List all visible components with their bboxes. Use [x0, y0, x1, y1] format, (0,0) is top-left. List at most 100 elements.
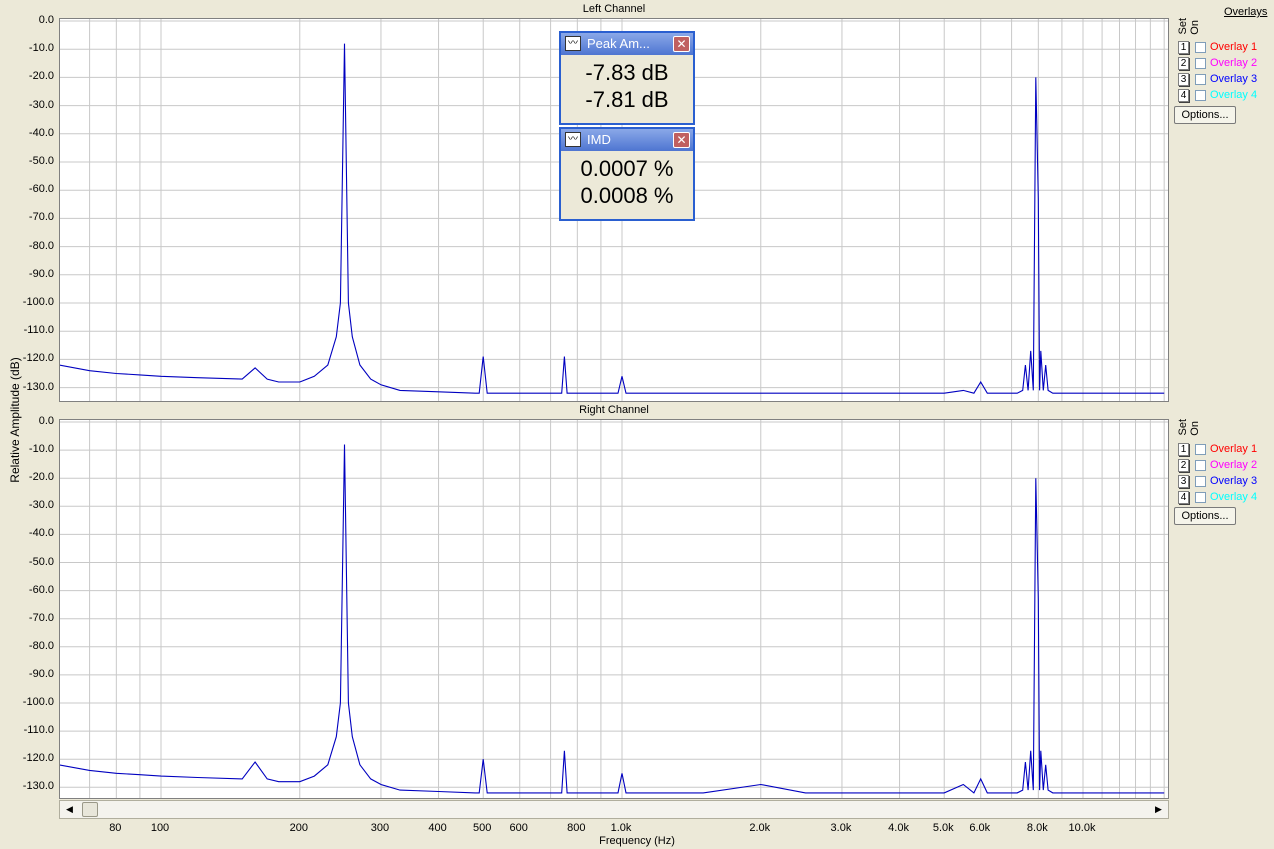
- x-tick-label: 6.0k: [969, 822, 991, 834]
- overlay-set-button[interactable]: 1: [1178, 443, 1189, 456]
- y-tick-label: -40.0: [28, 527, 54, 540]
- right-channel-title: Right Channel: [579, 404, 649, 416]
- imd-meter-titlebar[interactable]: 〰 IMD ✕: [561, 129, 693, 151]
- options-button[interactable]: Options...: [1174, 507, 1236, 525]
- imd-meter-title: IMD: [587, 132, 611, 147]
- options-button[interactable]: Options...: [1174, 106, 1236, 124]
- peak-value-left: -7.83 dB: [585, 60, 669, 85]
- x-tick-label: 2.0k: [749, 822, 771, 834]
- overlays-panel-right: Set On 1 Overlay 1 2 Overlay 2 3 Overlay…: [1174, 405, 1274, 535]
- y-tick-label: -100.0: [22, 296, 54, 308]
- x-tick-label: 3.0k: [830, 822, 852, 834]
- overlay-label: Overlay 4: [1210, 89, 1258, 101]
- overlay-row: 3 Overlay 3: [1174, 73, 1274, 87]
- y-tick-label: -110.0: [23, 724, 54, 737]
- scroll-left-button[interactable]: ◀: [62, 802, 77, 817]
- overlays-panel-left: Set On Overlays 1 Overlay 1 2 Overlay 2 …: [1174, 4, 1274, 134]
- y-axis-label: Relative Amplitude (dB): [8, 357, 22, 483]
- y-tick-label: -130.0: [22, 780, 54, 793]
- overlay-on-checkbox[interactable]: [1195, 476, 1206, 487]
- overlay-on-checkbox[interactable]: [1195, 90, 1206, 101]
- y-tick-label: -110.0: [23, 324, 54, 337]
- x-tick-label: 200: [289, 822, 308, 834]
- overlay-label: Overlay 2: [1210, 57, 1258, 69]
- peak-amplitude-meter[interactable]: 〰 Peak Am... ✕ -7.83 dB -7.81 dB: [559, 31, 695, 125]
- x-tick-label: 1.0k: [610, 822, 632, 834]
- overlay-on-checkbox[interactable]: [1195, 492, 1206, 503]
- x-tick-label: 80: [109, 822, 122, 834]
- close-icon[interactable]: ✕: [673, 36, 690, 52]
- overlay-row: 4 Overlay 4: [1174, 89, 1274, 103]
- overlay-label: Overlay 4: [1210, 491, 1258, 503]
- x-tick-label: 400: [428, 822, 447, 834]
- on-column-label: On: [1189, 20, 1201, 35]
- overlay-row: 3 Overlay 3: [1174, 475, 1274, 489]
- overlay-label: Overlay 3: [1210, 73, 1258, 85]
- peak-value-right: -7.81 dB: [585, 87, 669, 112]
- overlay-label: Overlay 1: [1210, 443, 1258, 455]
- overlay-set-button[interactable]: 2: [1178, 459, 1189, 472]
- y-tick-label: -120.0: [22, 752, 54, 765]
- overlay-set-button[interactable]: 4: [1178, 491, 1189, 504]
- spectrum-svg: [60, 420, 1168, 798]
- overlay-on-checkbox[interactable]: [1195, 444, 1206, 455]
- left-channel-title: Left Channel: [582, 3, 646, 15]
- scroll-right-button[interactable]: ▶: [1151, 802, 1166, 817]
- imd-meter[interactable]: 〰 IMD ✕ 0.0007 % 0.0008 %: [559, 127, 695, 221]
- right-channel-plot[interactable]: [59, 419, 1169, 799]
- imd-value-right: 0.0008 %: [580, 183, 674, 208]
- y-tick-label: -30.0: [28, 98, 54, 111]
- overlay-set-button[interactable]: 4: [1178, 89, 1189, 102]
- peak-meter-titlebar[interactable]: 〰 Peak Am... ✕: [561, 33, 693, 55]
- y-tick-label: -70.0: [28, 611, 54, 624]
- overlay-label: Overlay 3: [1210, 475, 1258, 487]
- set-column-label: Set: [1177, 18, 1189, 35]
- x-tick-label: 800: [567, 822, 586, 834]
- overlay-on-checkbox[interactable]: [1195, 58, 1206, 69]
- y-tick-label: -10.0: [28, 42, 54, 55]
- overlay-on-checkbox[interactable]: [1195, 460, 1206, 471]
- overlay-label: Overlay 2: [1210, 459, 1258, 471]
- overlay-row: 4 Overlay 4: [1174, 491, 1274, 505]
- on-column-label: On: [1189, 421, 1201, 436]
- overlays-title: Overlays: [1224, 6, 1268, 18]
- y-tick-label: -60.0: [28, 583, 54, 596]
- x-tick-label: 4.0k: [888, 822, 909, 834]
- peak-meter-title: Peak Am...: [587, 36, 650, 51]
- y-tick-label: -80.0: [28, 239, 54, 252]
- y-tick-label: 0.0: [38, 14, 54, 26]
- y-tick-label: -70.0: [28, 211, 54, 224]
- y-tick-label: -100.0: [22, 696, 54, 708]
- x-tick-label: 100: [150, 822, 170, 834]
- overlay-on-checkbox[interactable]: [1195, 42, 1206, 53]
- waveform-icon: 〰: [565, 36, 581, 51]
- y-tick-label: -50.0: [28, 555, 54, 568]
- y-tick-label: -80.0: [28, 639, 54, 652]
- overlay-set-button[interactable]: 3: [1178, 73, 1189, 86]
- overlay-set-button[interactable]: 2: [1178, 57, 1189, 70]
- x-tick-label: 8.0k: [1026, 822, 1048, 834]
- y-tick-label: -50.0: [28, 155, 54, 167]
- overlay-row: 1 Overlay 1: [1174, 443, 1274, 457]
- overlay-row: 1 Overlay 1: [1174, 41, 1274, 55]
- x-tick-label: 500: [473, 822, 492, 834]
- x-tick-label: 5.0k: [932, 822, 954, 834]
- y-tick-label: -90.0: [28, 667, 54, 680]
- overlay-set-button[interactable]: 3: [1178, 475, 1189, 488]
- scroll-thumb[interactable]: [82, 802, 98, 817]
- imd-value-left: 0.0007 %: [580, 156, 674, 181]
- overlay-set-button[interactable]: 1: [1178, 41, 1189, 54]
- overlay-on-checkbox[interactable]: [1195, 74, 1206, 85]
- overlay-label: Overlay 1: [1210, 41, 1258, 53]
- waveform-icon: 〰: [565, 132, 581, 147]
- set-column-label: Set: [1177, 419, 1189, 436]
- y-tick-label: -40.0: [28, 126, 54, 139]
- y-tick-label: -20.0: [28, 70, 54, 83]
- y-tick-label: -60.0: [28, 183, 54, 196]
- close-icon[interactable]: ✕: [673, 132, 690, 148]
- frequency-scrollbar[interactable]: ◀ ▶: [59, 800, 1169, 819]
- y-tick-label: -30.0: [28, 499, 54, 512]
- y-tick-label: -90.0: [28, 267, 54, 280]
- overlay-row: 2 Overlay 2: [1174, 459, 1274, 473]
- x-tick-label: 300: [370, 822, 390, 834]
